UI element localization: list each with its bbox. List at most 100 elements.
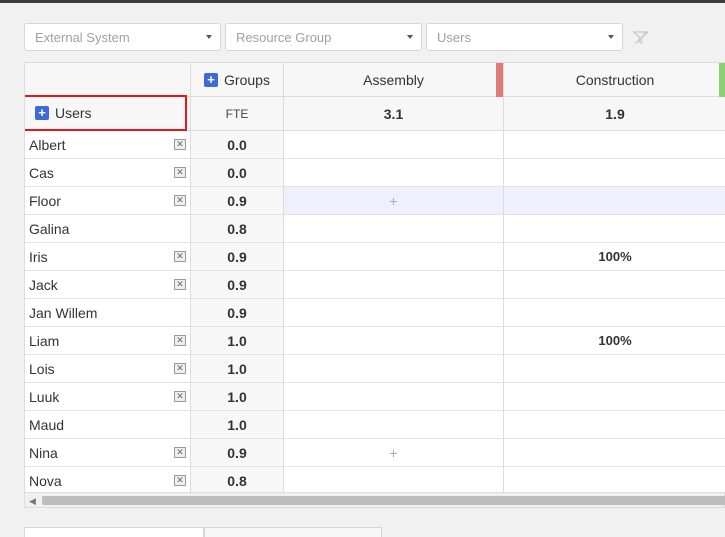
fte-value: 1.0 xyxy=(227,388,247,405)
remove-icon[interactable]: ✕ xyxy=(174,475,186,486)
remove-icon[interactable]: ✕ xyxy=(174,335,186,346)
bottom-tab-1[interactable] xyxy=(24,527,204,537)
construction-cell[interactable] xyxy=(504,187,725,214)
table-row: Iris ✕ 0.9 100% xyxy=(25,243,725,271)
user-name-cell[interactable]: Lois ✕ xyxy=(25,355,191,382)
chevron-down-icon xyxy=(206,35,212,39)
scroll-left-icon[interactable]: ◀ xyxy=(29,496,36,507)
user-name-cell[interactable]: Nina ✕ xyxy=(25,439,191,466)
remove-icon[interactable]: ✕ xyxy=(174,363,186,374)
table-row: Galina 0.8 xyxy=(25,215,725,243)
user-name-cell[interactable]: Cas ✕ xyxy=(25,159,191,186)
add-allocation-icon[interactable]: + xyxy=(389,193,397,209)
user-name-cell[interactable]: Jan Willem xyxy=(25,299,191,326)
fte-cell: 0.9 xyxy=(191,187,284,214)
users-label: Users xyxy=(55,105,92,121)
users-header[interactable]: + Users xyxy=(25,95,187,131)
assembly-cell[interactable] xyxy=(284,411,504,438)
resource-group-select[interactable]: Resource Group xyxy=(225,23,422,51)
construction-cell[interactable] xyxy=(504,355,725,382)
construction-cell[interactable] xyxy=(504,299,725,326)
assembly-cell[interactable]: + xyxy=(284,439,504,466)
user-name-cell[interactable]: Luuk ✕ xyxy=(25,383,191,410)
user-name: Nova xyxy=(29,472,62,489)
user-name: Cas xyxy=(29,164,54,181)
users-select[interactable]: Users xyxy=(426,23,623,51)
construction-total-value: 1.9 xyxy=(605,105,625,122)
construction-cell[interactable] xyxy=(504,215,725,242)
fte-cell: 1.0 xyxy=(191,327,284,354)
horizontal-scrollbar[interactable]: ◀ xyxy=(24,493,725,508)
construction-cell[interactable] xyxy=(504,467,725,492)
user-name-cell[interactable]: Floor ✕ xyxy=(25,187,191,214)
fte-cell: 0.8 xyxy=(191,215,284,242)
assembly-cell[interactable] xyxy=(284,131,504,158)
fte-cell: 1.0 xyxy=(191,383,284,410)
user-name-cell[interactable]: Maud xyxy=(25,411,191,438)
allocation-value: 100% xyxy=(598,249,632,264)
fte-value: 0.8 xyxy=(227,472,247,489)
user-name: Maud xyxy=(29,416,65,433)
table-row: Nina ✕ 0.9 + xyxy=(25,439,725,467)
fte-value: 0.9 xyxy=(227,444,247,461)
allocation-value: 100% xyxy=(598,333,632,348)
construction-cell[interactable] xyxy=(504,411,725,438)
assembly-cell[interactable] xyxy=(284,159,504,186)
user-name-cell[interactable]: Nova ✕ xyxy=(25,467,191,492)
table-row: Albert ✕ 0.0 xyxy=(25,131,725,159)
user-name-cell[interactable]: Liam ✕ xyxy=(25,327,191,354)
users-header-cell: + Users xyxy=(25,95,191,131)
scrollbar-thumb[interactable] xyxy=(42,496,725,505)
construction-cell[interactable]: 100% xyxy=(504,243,725,270)
fte-value: 0.9 xyxy=(227,276,247,293)
table-row: Floor ✕ 0.9 + xyxy=(25,187,725,215)
construction-cell[interactable]: 100% xyxy=(504,327,725,354)
assembly-cell[interactable]: + xyxy=(284,187,504,214)
plus-icon[interactable]: + xyxy=(35,106,49,120)
assembly-cell[interactable] xyxy=(284,327,504,354)
fte-value: 1.0 xyxy=(227,360,247,377)
construction-cell[interactable] xyxy=(504,131,725,158)
user-name: Galina xyxy=(29,220,70,237)
user-name-cell[interactable]: Jack ✕ xyxy=(25,271,191,298)
remove-icon[interactable]: ✕ xyxy=(174,139,186,150)
assembly-cell[interactable] xyxy=(284,243,504,270)
assembly-cell[interactable] xyxy=(284,271,504,298)
allocation-grid: + Groups Assembly Construction + Users F… xyxy=(24,62,725,493)
assembly-cell[interactable] xyxy=(284,355,504,382)
table-row: Jan Willem 0.9 xyxy=(25,299,725,327)
remove-icon[interactable]: ✕ xyxy=(174,195,186,206)
construction-cell[interactable] xyxy=(504,439,725,466)
fte-value: 0.0 xyxy=(227,164,247,181)
add-allocation-icon[interactable]: + xyxy=(389,445,397,461)
remove-icon[interactable]: ✕ xyxy=(174,447,186,458)
fte-cell: 0.9 xyxy=(191,439,284,466)
top-bar xyxy=(0,0,725,3)
remove-icon[interactable]: ✕ xyxy=(174,167,186,178)
user-name-cell[interactable]: Iris ✕ xyxy=(25,243,191,270)
construction-cell[interactable] xyxy=(504,271,725,298)
clear-filter-icon[interactable] xyxy=(633,31,649,45)
remove-icon[interactable]: ✕ xyxy=(174,251,186,262)
construction-cell[interactable] xyxy=(504,159,725,186)
column-header-construction[interactable]: Construction xyxy=(504,63,725,97)
assembly-cell[interactable] xyxy=(284,299,504,326)
group-color-bar xyxy=(496,63,503,97)
chevron-down-icon xyxy=(407,35,413,39)
remove-icon[interactable]: ✕ xyxy=(174,279,186,290)
external-system-select[interactable]: External System xyxy=(24,23,221,51)
groups-header[interactable]: + Groups xyxy=(191,63,284,96)
user-name-cell[interactable]: Albert ✕ xyxy=(25,131,191,158)
assembly-cell[interactable] xyxy=(284,383,504,410)
construction-cell[interactable] xyxy=(504,383,725,410)
table-row: Nova ✕ 0.8 xyxy=(25,467,725,492)
column-header-assembly[interactable]: Assembly xyxy=(284,63,504,97)
remove-icon[interactable]: ✕ xyxy=(174,391,186,402)
assembly-cell[interactable] xyxy=(284,467,504,492)
group-color-bar xyxy=(719,63,725,97)
bottom-tab-2[interactable] xyxy=(204,527,382,537)
assembly-cell[interactable] xyxy=(284,215,504,242)
table-row: Liam ✕ 1.0 100% xyxy=(25,327,725,355)
plus-icon[interactable]: + xyxy=(204,72,219,87)
user-name-cell[interactable]: Galina xyxy=(25,215,191,242)
